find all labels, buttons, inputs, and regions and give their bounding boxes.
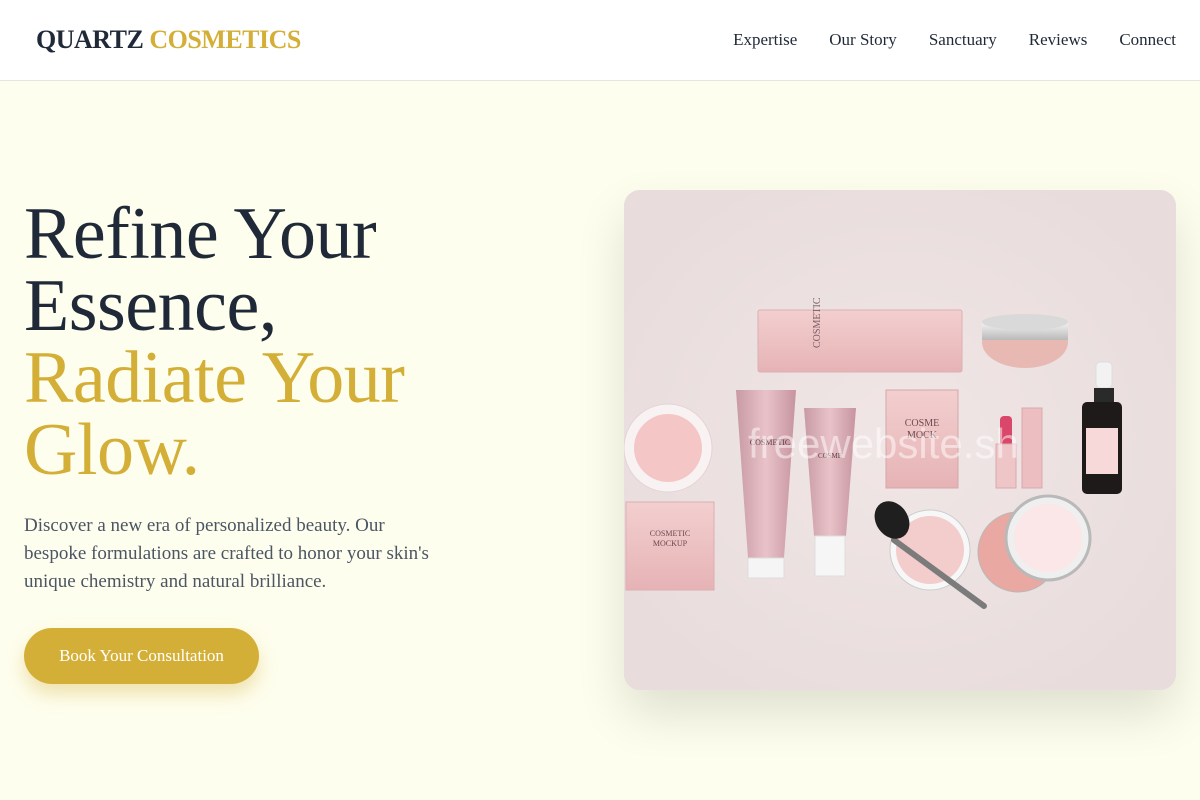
- hero-heading: Refine Your Essence, Radiate Your Glow.: [24, 193, 544, 491]
- site-header: QUARTZ COSMETICS Expertise Our Story San…: [0, 0, 1200, 81]
- hero-line-3: Radiate Your: [24, 337, 405, 419]
- jar-product: [982, 314, 1068, 368]
- svg-text:MOCKUP: MOCKUP: [653, 539, 688, 548]
- nav-our-story[interactable]: Our Story: [829, 30, 897, 50]
- nav-expertise[interactable]: Expertise: [733, 30, 797, 50]
- square-compact: COSMETIC MOCKUP: [625, 501, 715, 591]
- cosmetics-illustration: COSMETIC COSME MOCK COSMETIC COSME COSME…: [624, 190, 1176, 690]
- hero-line-4: Glow.: [24, 409, 200, 491]
- hero-line-1: Refine Your: [24, 193, 377, 275]
- svg-text:COSMETIC: COSMETIC: [650, 529, 690, 538]
- hero-line-2: Essence,: [24, 265, 277, 347]
- book-consultation-button[interactable]: Book Your Consultation: [24, 628, 259, 684]
- watermark-text: freewebsite.sh: [748, 420, 1019, 467]
- hero-product-image: COSMETIC COSME MOCK COSMETIC COSME COSME…: [624, 190, 1176, 690]
- brand-name-part1: QUARTZ: [36, 25, 144, 54]
- hero-text: Refine Your Essence, Radiate Your Glow. …: [24, 193, 544, 684]
- svg-text:COSMETIC: COSMETIC: [812, 297, 823, 348]
- round-compact-left: [624, 403, 713, 493]
- hero-description: Discover a new era of personalized beaut…: [24, 515, 429, 592]
- nav-reviews[interactable]: Reviews: [1029, 30, 1088, 50]
- brand-name-part2: COSMETICS: [149, 25, 301, 54]
- main-nav: Expertise Our Story Sanctuary Reviews Co…: [733, 30, 1176, 50]
- nav-sanctuary[interactable]: Sanctuary: [929, 30, 997, 50]
- nav-connect[interactable]: Connect: [1119, 30, 1176, 50]
- brand-logo[interactable]: QUARTZ COSMETICS: [36, 25, 301, 55]
